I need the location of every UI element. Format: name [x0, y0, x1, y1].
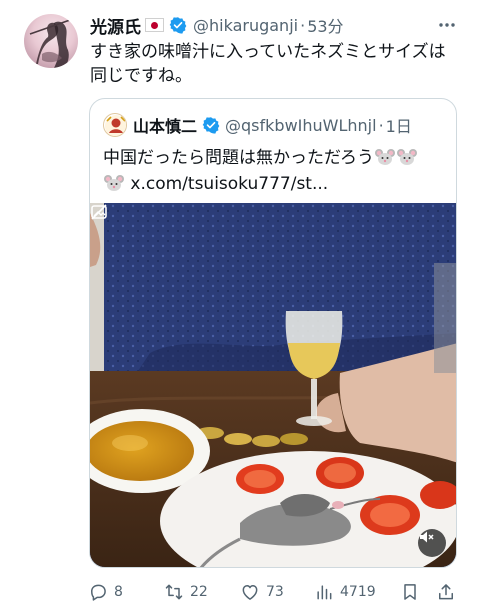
quoted-post-time: 1日 — [385, 117, 412, 136]
author-handle[interactable]: @hikaruganji — [193, 16, 298, 35]
quoted-text-line: 中国だったら問題は無かっただろう — [103, 145, 447, 171]
mute-icon[interactable] — [418, 529, 446, 557]
quoted-post-text: 中国だったら問題は無かっただろう x.com/tsuisoku777/st... — [103, 145, 447, 197]
post-time[interactable]: 53分 — [307, 13, 343, 37]
bookmark-icon — [404, 584, 416, 600]
quoted-link[interactable]: x.com/tsuisoku777/st... — [130, 174, 328, 194]
post-header: 光源氏 @hikaruganji · 53分 — [90, 12, 460, 38]
reply-icon — [91, 584, 106, 601]
hide-media-icon[interactable] — [90, 203, 108, 221]
separator-dot: · — [300, 15, 306, 35]
views-button[interactable]: 4719 — [314, 578, 376, 606]
flag-japan-icon — [145, 18, 164, 32]
author-avatar[interactable] — [24, 14, 78, 68]
video-thumbnail[interactable] — [90, 203, 456, 567]
more-icon[interactable] — [434, 12, 460, 38]
action-bar: 8 22 73 4719 — [88, 578, 460, 606]
views-icon — [317, 585, 332, 600]
bookmark-button[interactable] — [400, 578, 426, 606]
repost-icon — [165, 584, 183, 600]
quoted-author-name: 山本慎二 — [133, 117, 198, 136]
repost-count: 22 — [190, 584, 208, 600]
post-text-line: すき家の味噌汁に入っていたネズミとサイズは — [90, 42, 446, 62]
quoted-author-avatar — [103, 113, 127, 137]
quoted-post[interactable]: 山本慎二 @qsfkbwIhuWLhnjl · 1日 中国だったら問題は無かった… — [89, 98, 457, 568]
author-name[interactable]: 光源氏 — [90, 13, 141, 38]
like-count: 73 — [266, 584, 284, 600]
post-text-line: 同じですね。 — [90, 66, 192, 86]
quoted-author-handle: @qsfkbwIhuWLhnjl — [225, 115, 377, 135]
like-button[interactable]: 73 — [240, 578, 284, 606]
like-icon — [242, 585, 258, 600]
reply-count: 8 — [114, 584, 123, 600]
quoted-text-line: x.com/tsuisoku777/st... — [103, 171, 447, 197]
share-icon — [439, 584, 453, 600]
post-text: すき家の味噌汁に入っていたネズミとサイズは 同じですね。 — [90, 40, 460, 88]
verified-badge-icon — [169, 17, 187, 34]
mouse-emoji-icon — [374, 149, 395, 165]
separator-dot: · — [378, 115, 384, 135]
verified-badge-icon — [202, 117, 220, 134]
repost-button[interactable]: 22 — [164, 578, 208, 606]
quoted-text-content: 中国だったら問題は無かっただろう — [103, 148, 374, 168]
views-count: 4719 — [340, 584, 376, 600]
reply-button[interactable]: 8 — [88, 578, 123, 606]
quoted-post-header: 山本慎二 @qsfkbwIhuWLhnjl · 1日 — [103, 113, 412, 137]
share-button[interactable] — [436, 578, 462, 606]
mouse-emoji-icon — [104, 175, 124, 191]
mouse-emoji-icon — [396, 149, 417, 165]
